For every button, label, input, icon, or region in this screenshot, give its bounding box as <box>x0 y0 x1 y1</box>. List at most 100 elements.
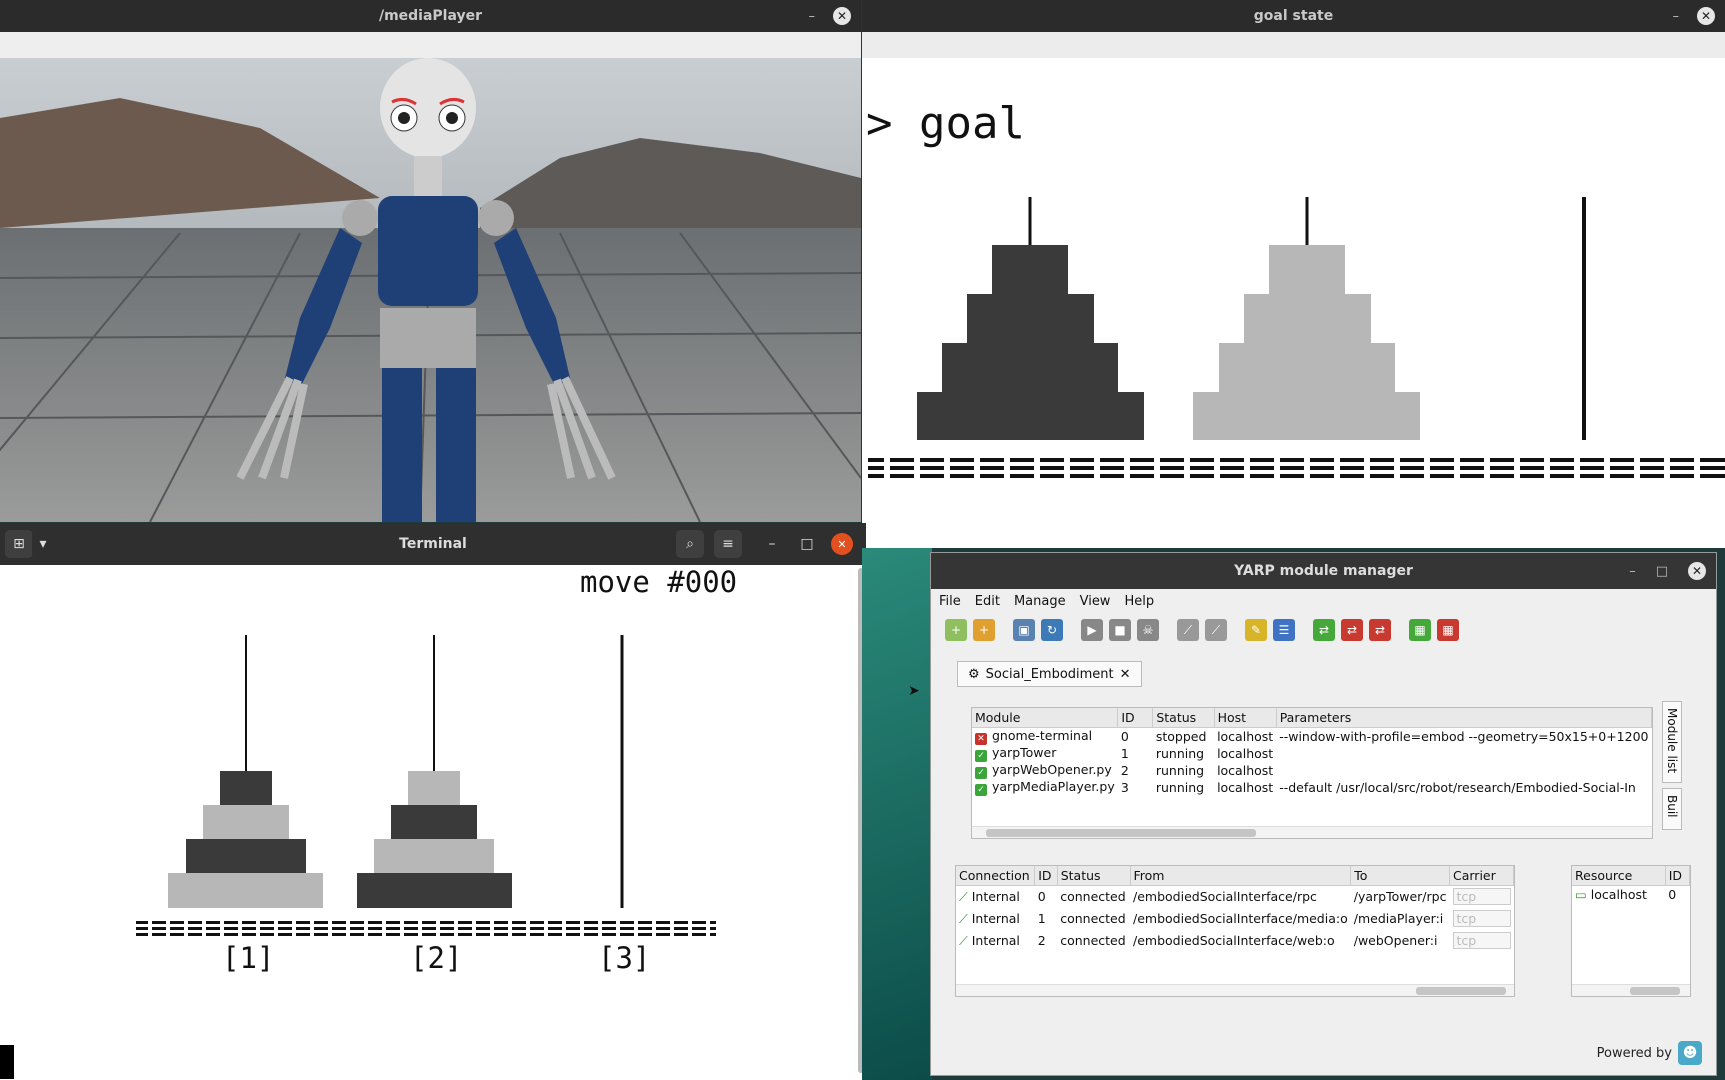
conn-status: connected <box>1060 933 1126 948</box>
kill-icon[interactable]: ☠ <box>1137 619 1159 641</box>
module-params <box>1276 762 1651 779</box>
col-id[interactable]: ID <box>1034 866 1058 886</box>
media-title: /mediaPlayer <box>378 8 483 24</box>
col-module[interactable]: Module <box>972 708 1119 728</box>
col-status[interactable]: Status <box>1057 866 1131 886</box>
close-icon[interactable]: ✕ <box>1697 7 1715 25</box>
red-icon[interactable]: ⇄ <box>1341 619 1363 641</box>
add-icon[interactable]: + <box>945 619 967 641</box>
tab-social-embodiment[interactable]: ⚙ Social_Embodiment ✕ <box>957 661 1142 687</box>
powered-by-label: Powered by <box>1596 1045 1672 1061</box>
stopped-icon: ✕ <box>975 733 987 745</box>
table-icon[interactable]: ▦ <box>1409 619 1431 641</box>
menu-help[interactable]: Help <box>1124 594 1154 609</box>
col-parameters[interactable]: Parameters <box>1276 708 1653 728</box>
col-from[interactable]: From <box>1130 866 1352 886</box>
media-player-window[interactable]: /mediaPlayer – ✕ <box>0 0 861 522</box>
close-icon[interactable]: ✕ <box>833 7 851 25</box>
table-row[interactable]: ✓ yarpMediaPlayer.py 3 running localhost … <box>972 779 1652 796</box>
goal-toolbar-strip <box>862 32 1725 58</box>
edit-icon[interactable]: ✎ <box>1245 619 1267 641</box>
link-icon: ⟋ <box>959 932 972 948</box>
yarp-logo-icon: ☻ <box>1678 1041 1702 1065</box>
module-id: 2 <box>1120 763 1129 778</box>
table-row[interactable]: ✓ yarpWebOpener.py 2 running localhost <box>972 762 1652 779</box>
terminal-window[interactable]: ⊞ ▾ Terminal ⌕ ≡ – □ ✕ move #000 [1] [2]… <box>0 523 866 1080</box>
connect-icon[interactable]: ⟋ <box>1177 619 1199 641</box>
table-row[interactable]: ✓ yarpTower 1 running localhost <box>972 745 1652 762</box>
yarp-title: YARP module manager <box>1234 563 1413 579</box>
green-icon[interactable]: ⇄ <box>1313 619 1335 641</box>
module-params: --window-with-profile=embod --geometry=5… <box>1279 729 1649 744</box>
table-row[interactable]: ⟋ Internal 2 connected /embodiedSocialIn… <box>956 930 1514 952</box>
col-status[interactable]: Status <box>1152 708 1215 728</box>
list-icon[interactable]: ☰ <box>1273 619 1295 641</box>
refresh-icon[interactable]: ↻ <box>1041 619 1063 641</box>
resource-hscrollbar[interactable] <box>1572 984 1690 996</box>
link-icon: ⟋ <box>959 888 972 904</box>
disconnect-icon[interactable]: ⟋ <box>1205 619 1227 641</box>
maximize-icon[interactable]: □ <box>1656 564 1668 579</box>
module-id: 3 <box>1120 780 1129 795</box>
conn-from: /embodiedSocialInterface/web:o <box>1133 933 1335 948</box>
conn-carrier[interactable]: tcp <box>1452 888 1511 906</box>
link-icon: ⟋ <box>959 910 972 926</box>
module-params <box>1276 745 1651 762</box>
close-icon[interactable]: ✕ <box>1688 562 1706 580</box>
minimize-icon[interactable]: – <box>1673 9 1680 24</box>
col-id[interactable]: ID <box>1665 866 1691 886</box>
tab-module-list[interactable]: Module list <box>1662 701 1682 783</box>
new-icon[interactable]: + <box>973 619 995 641</box>
red2-icon[interactable]: ⇄ <box>1369 619 1391 641</box>
table-red-icon[interactable]: ▦ <box>1437 619 1459 641</box>
menu-manage[interactable]: Manage <box>1014 594 1066 609</box>
conn-to: /mediaPlayer:i <box>1353 911 1444 926</box>
yarp-titlebar[interactable]: YARP module manager – □ ✕ <box>931 553 1716 589</box>
menu-edit[interactable]: Edit <box>975 594 1000 609</box>
module-status: running <box>1155 780 1205 795</box>
col-connection[interactable]: Connection <box>956 866 1036 886</box>
module-id: 1 <box>1120 746 1129 761</box>
running-icon: ✓ <box>975 784 987 796</box>
running-icon: ✓ <box>975 750 987 762</box>
run-icon[interactable]: ▶ <box>1081 619 1103 641</box>
col-id[interactable]: ID <box>1117 708 1154 728</box>
conn-carrier[interactable]: tcp <box>1452 932 1511 949</box>
module-name: yarpWebOpener.py <box>992 762 1112 777</box>
col-host[interactable]: Host <box>1214 708 1277 728</box>
stop-icon[interactable]: ■ <box>1109 619 1131 641</box>
conn-type: Internal <box>971 888 1020 904</box>
table-row[interactable]: ⟋ Internal 1 connected /embodiedSocialIn… <box>956 908 1514 930</box>
table-row[interactable]: ✕ gnome-terminal 0 stopped localhost --wi… <box>972 728 1652 745</box>
running-icon: ✓ <box>975 767 987 779</box>
tab-label: Social_Embodiment <box>985 666 1114 682</box>
yarp-manager-window[interactable]: YARP module manager – □ ✕ File Edit Mana… <box>930 552 1717 1076</box>
module-host: localhost <box>1217 763 1274 778</box>
minimize-icon[interactable]: – <box>1629 564 1636 579</box>
tab-close-icon[interactable]: ✕ <box>1120 667 1131 682</box>
goal-titlebar[interactable]: goal state – ✕ <box>862 0 1725 32</box>
tab-builder[interactable]: Buil <box>1662 788 1682 830</box>
goal-tower-graphic <box>868 197 1725 480</box>
terminal-tower-graphic <box>136 635 716 939</box>
goal-state-window[interactable]: goal state – ✕ > goal <box>862 0 1725 548</box>
conn-carrier[interactable]: tcp <box>1452 910 1511 927</box>
conn-status: connected <box>1060 889 1126 905</box>
conn-from: /embodiedSocialInterface/media:o <box>1133 911 1348 926</box>
module-hscrollbar[interactable] <box>972 826 1652 838</box>
module-status: running <box>1155 763 1205 778</box>
peg-label-2: [2] <box>410 941 463 975</box>
media-titlebar[interactable]: /mediaPlayer – ✕ <box>0 0 861 32</box>
table-row[interactable]: ⟋ Internal 0 connected /embodiedSocialIn… <box>956 886 1514 908</box>
menu-file[interactable]: File <box>939 594 961 609</box>
menu-view[interactable]: View <box>1080 594 1111 609</box>
connection-hscrollbar[interactable] <box>956 984 1514 996</box>
select-icon[interactable]: ▣ <box>1013 619 1035 641</box>
col-to[interactable]: To <box>1350 866 1450 886</box>
conn-to: /webOpener:i <box>1353 933 1438 948</box>
minimize-icon[interactable]: – <box>809 9 816 24</box>
conn-id: 2 <box>1037 933 1046 948</box>
table-row[interactable]: ▭ localhost 0 <box>1572 886 1690 903</box>
col-resource[interactable]: Resource <box>1572 866 1666 886</box>
col-carrier[interactable]: Carrier <box>1449 866 1514 886</box>
